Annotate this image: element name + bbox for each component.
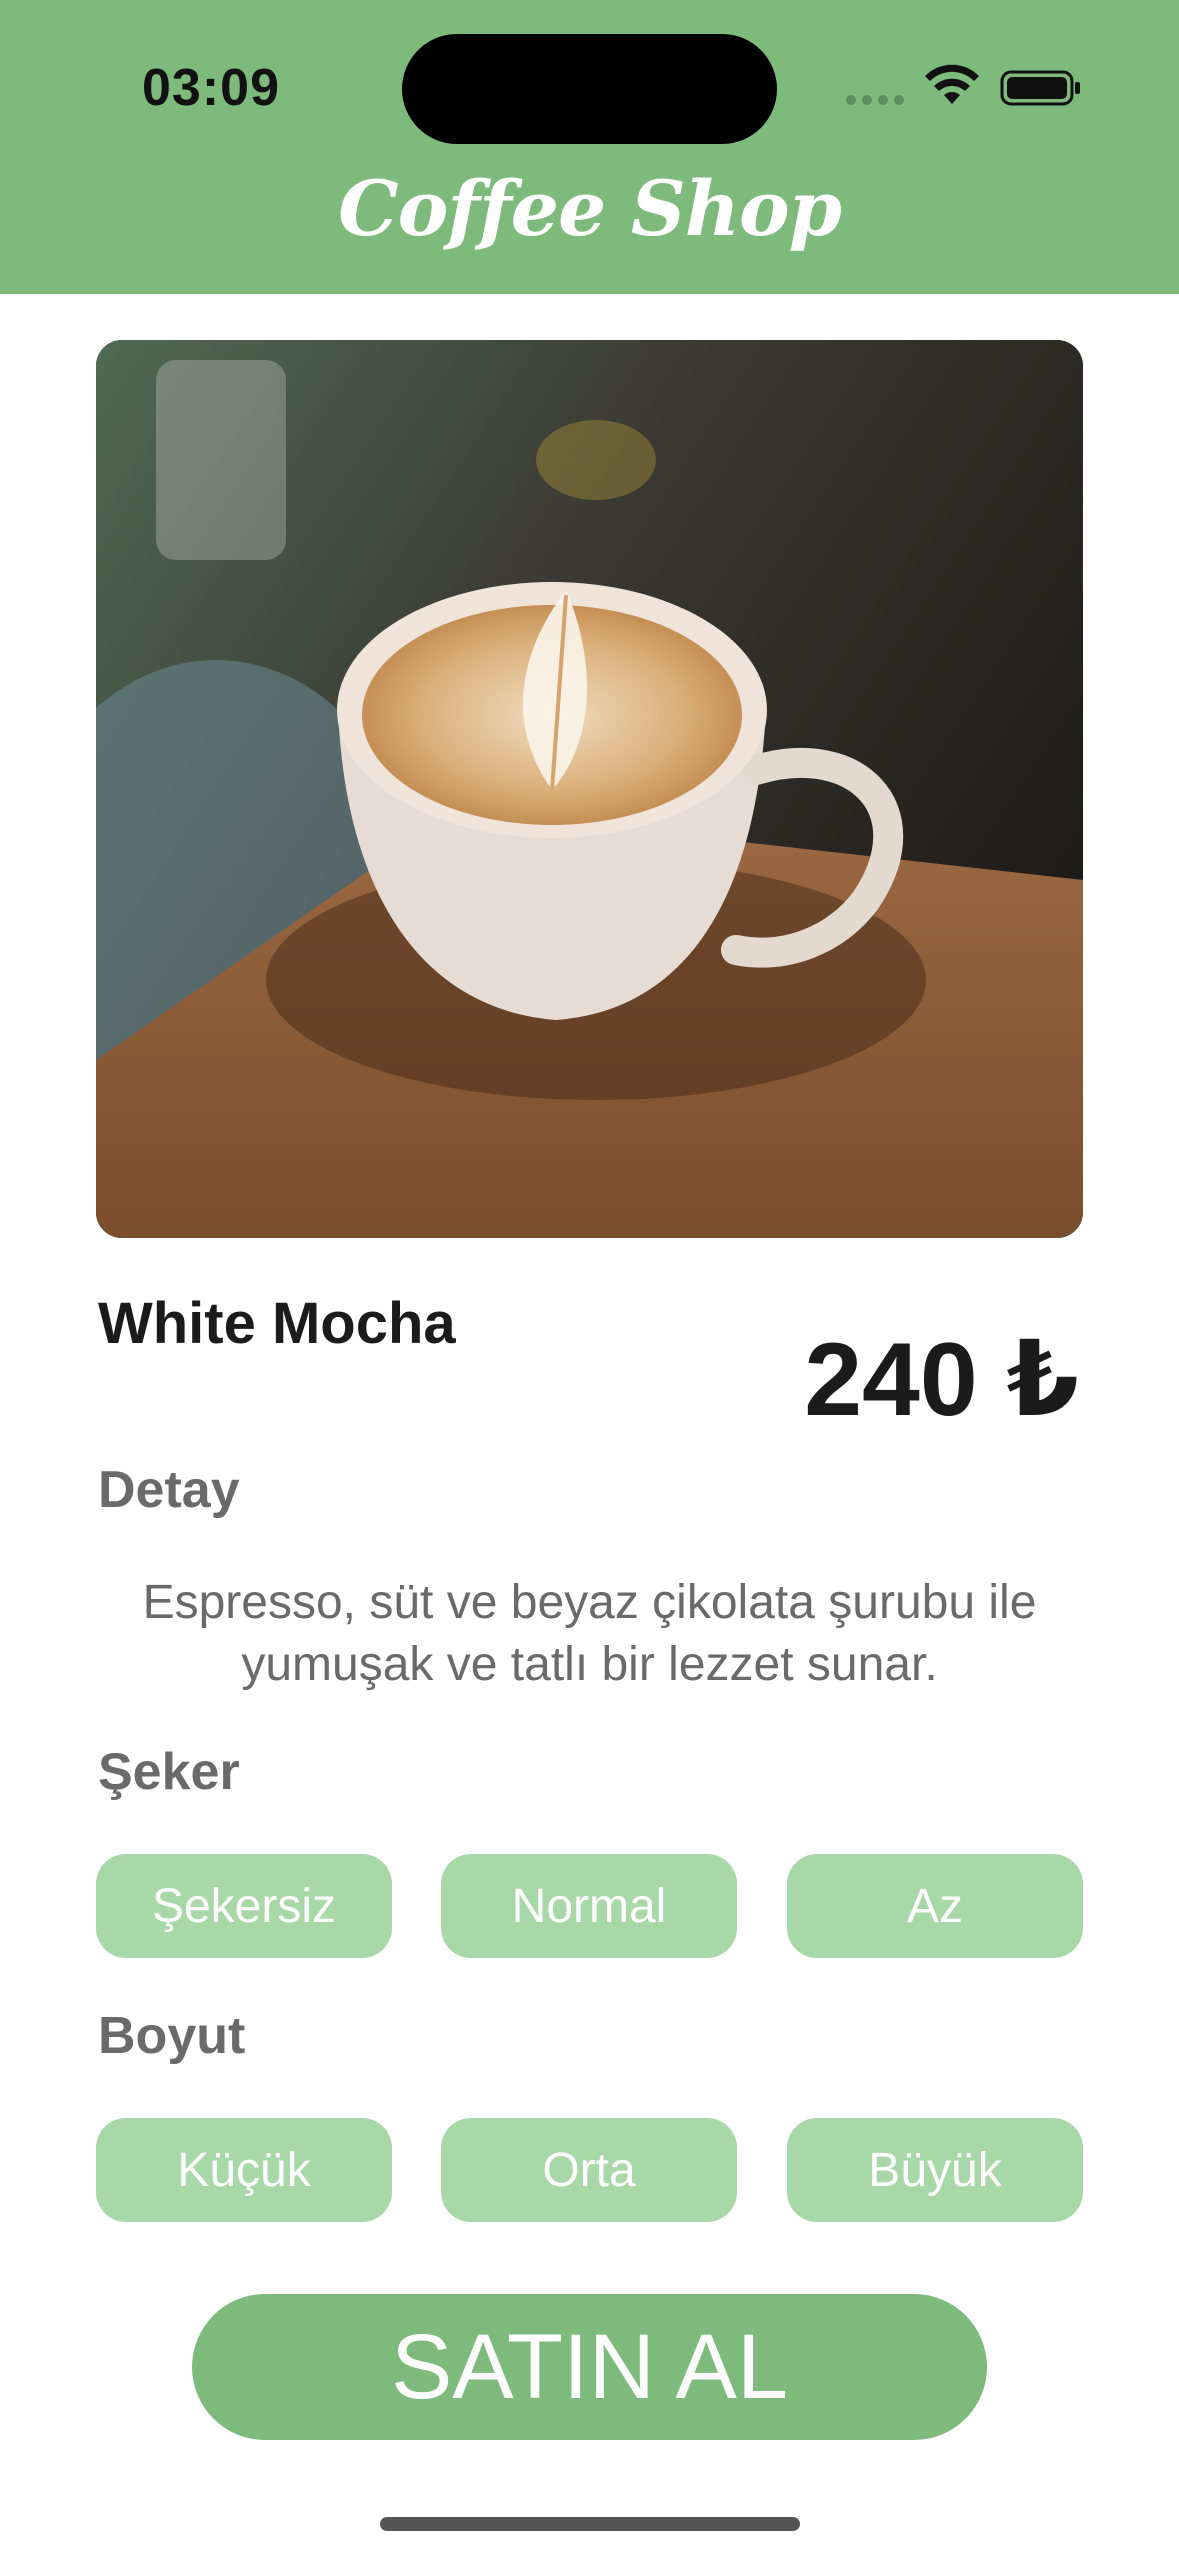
product-image: [96, 340, 1083, 1238]
app-header: 03:09 Coffee Shop: [0, 0, 1179, 294]
buy-button[interactable]: SATIN AL: [192, 2294, 987, 2440]
size-options: Küçük Orta Büyük: [96, 2118, 1083, 2222]
sugar-label: Şeker: [98, 1743, 240, 1801]
size-label: Boyut: [98, 2007, 246, 2065]
app-title: Coffee Shop: [338, 164, 842, 253]
product-price: 240 ₺: [804, 1322, 1079, 1438]
size-option-medium[interactable]: Orta: [441, 2118, 737, 2222]
dynamic-island: [402, 34, 777, 144]
detail-label: Detay: [98, 1461, 240, 1519]
home-indicator[interactable]: [380, 2517, 800, 2531]
cellular-signal-icon: [846, 95, 906, 107]
detail-description: Espresso, süt ve beyaz çikolata şurubu i…: [142, 1576, 1037, 1691]
wifi-icon: [925, 64, 979, 104]
size-option-large[interactable]: Büyük: [787, 2118, 1083, 2222]
product-name: White Mocha: [98, 1291, 456, 1356]
sugar-option-less[interactable]: Az: [787, 1854, 1083, 1958]
status-time: 03:09: [142, 59, 280, 117]
sugar-option-none[interactable]: Şekersiz: [96, 1854, 392, 1958]
battery-icon: [1000, 70, 1080, 106]
sugar-option-normal[interactable]: Normal: [441, 1854, 737, 1958]
size-option-small[interactable]: Küçük: [96, 2118, 392, 2222]
sugar-options: Şekersiz Normal Az: [96, 1854, 1083, 1958]
